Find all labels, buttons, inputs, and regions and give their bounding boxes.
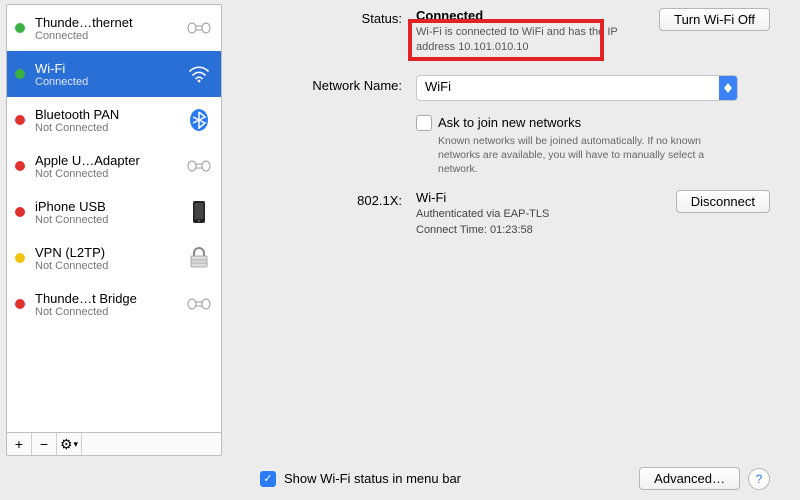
ask-to-join-hint: Known networks will be joined automatica… [438, 134, 728, 177]
sidebar-toolbar: + − ⚙︎ ▾ [7, 432, 221, 455]
lock-icon [185, 246, 213, 270]
turn-wifi-off-button[interactable]: Turn Wi-Fi Off [659, 8, 770, 31]
wifi-icon [185, 62, 213, 86]
status-value: Connected [416, 8, 659, 23]
disconnect-button[interactable]: Disconnect [676, 190, 770, 213]
dot1x-connect-time: Connect Time: 01:23:58 [416, 223, 676, 238]
footer-bar: ✓ Show Wi-Fi status in menu bar Advanced… [0, 467, 800, 490]
status-detail: Wi-Fi is connected to WiFi and has the I… [416, 25, 659, 55]
ask-to-join-checkbox[interactable] [416, 115, 432, 131]
advanced-button[interactable]: Advanced… [639, 467, 740, 490]
dot1x-value: Wi-Fi [416, 190, 676, 205]
remove-service-button[interactable]: − [32, 433, 57, 455]
service-apple-usb-adapter[interactable]: Apple U…Adapter Not Connected [7, 143, 221, 189]
status-dot-icon [15, 23, 25, 33]
service-actions-button[interactable]: ⚙︎ ▾ [57, 433, 82, 455]
service-thunderbolt-bridge[interactable]: Thunde…t Bridge Not Connected [7, 281, 221, 327]
select-arrows-icon [719, 76, 737, 100]
service-name: Apple U…Adapter [35, 153, 185, 168]
service-status: Connected [35, 30, 185, 42]
network-name-select[interactable]: WiFi [416, 75, 738, 101]
status-dot-icon [15, 207, 25, 217]
status-label: Status: [252, 8, 416, 55]
ask-to-join-label: Ask to join new networks [438, 115, 728, 130]
service-wifi[interactable]: Wi-Fi Connected [7, 51, 221, 97]
add-service-button[interactable]: + [7, 433, 32, 455]
network-name-value: WiFi [417, 76, 719, 100]
network-service-sidebar: Thunde…thernet Connected Wi-Fi Connected [6, 4, 222, 456]
show-wifi-status-checkbox[interactable]: ✓ [260, 471, 276, 487]
service-status: Not Connected [35, 168, 185, 180]
status-dot-icon [15, 161, 25, 171]
ethernet-icon [185, 154, 213, 178]
service-name: iPhone USB [35, 199, 185, 214]
status-dot-icon [15, 299, 25, 309]
ethernet-icon [185, 16, 213, 40]
bluetooth-icon [185, 108, 213, 132]
service-name: VPN (L2TP) [35, 245, 185, 260]
main-panel: Status: Connected Wi-Fi is connected to … [222, 0, 800, 500]
service-name: Thunde…thernet [35, 15, 185, 30]
service-name: Bluetooth PAN [35, 107, 185, 122]
phone-icon [185, 200, 213, 224]
status-dot-icon [15, 69, 25, 79]
status-dot-icon [15, 253, 25, 263]
status-dot-icon [15, 115, 25, 125]
dot1x-label: 802.1X: [252, 190, 416, 238]
network-name-label: Network Name: [252, 75, 416, 177]
show-wifi-status-label: Show Wi-Fi status in menu bar [284, 471, 461, 486]
service-status: Connected [35, 76, 185, 88]
service-status: Not Connected [35, 122, 185, 134]
service-status: Not Connected [35, 306, 185, 318]
service-vpn[interactable]: VPN (L2TP) Not Connected [7, 235, 221, 281]
service-list: Thunde…thernet Connected Wi-Fi Connected [7, 5, 221, 432]
chevron-down-icon: ▾ [74, 439, 79, 450]
service-name: Thunde…t Bridge [35, 291, 185, 306]
service-thunderbolt-ethernet[interactable]: Thunde…thernet Connected [7, 5, 221, 51]
service-status: Not Connected [35, 260, 185, 272]
service-iphone-usb[interactable]: iPhone USB Not Connected [7, 189, 221, 235]
help-button[interactable]: ? [748, 468, 770, 490]
ethernet-icon [185, 292, 213, 316]
dot1x-auth-method: Authenticated via EAP-TLS [416, 207, 676, 222]
service-bluetooth-pan[interactable]: Bluetooth PAN Not Connected [7, 97, 221, 143]
service-status: Not Connected [35, 214, 185, 226]
service-name: Wi-Fi [35, 61, 185, 76]
gear-icon: ⚙︎ [60, 436, 73, 453]
